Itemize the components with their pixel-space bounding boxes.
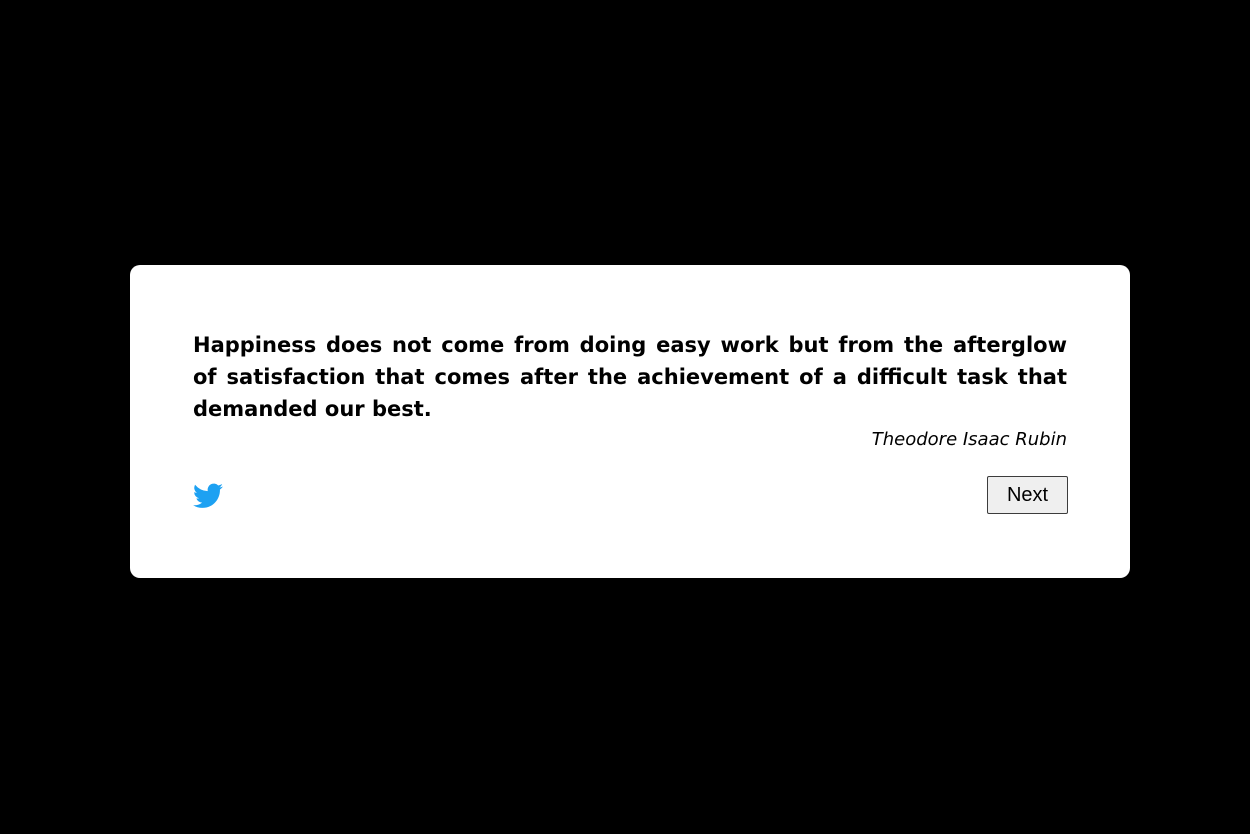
quote-actions: Next — [193, 476, 1068, 514]
twitter-icon — [193, 483, 223, 508]
quote-text: Happiness does not come from doing easy … — [193, 333, 1067, 421]
next-button[interactable]: Next — [987, 476, 1068, 514]
quote-card: Happiness does not come from doing easy … — [130, 265, 1130, 578]
tweet-quote-link[interactable] — [193, 483, 223, 509]
quote-author: Theodore Isaac Rubin — [871, 429, 1067, 450]
